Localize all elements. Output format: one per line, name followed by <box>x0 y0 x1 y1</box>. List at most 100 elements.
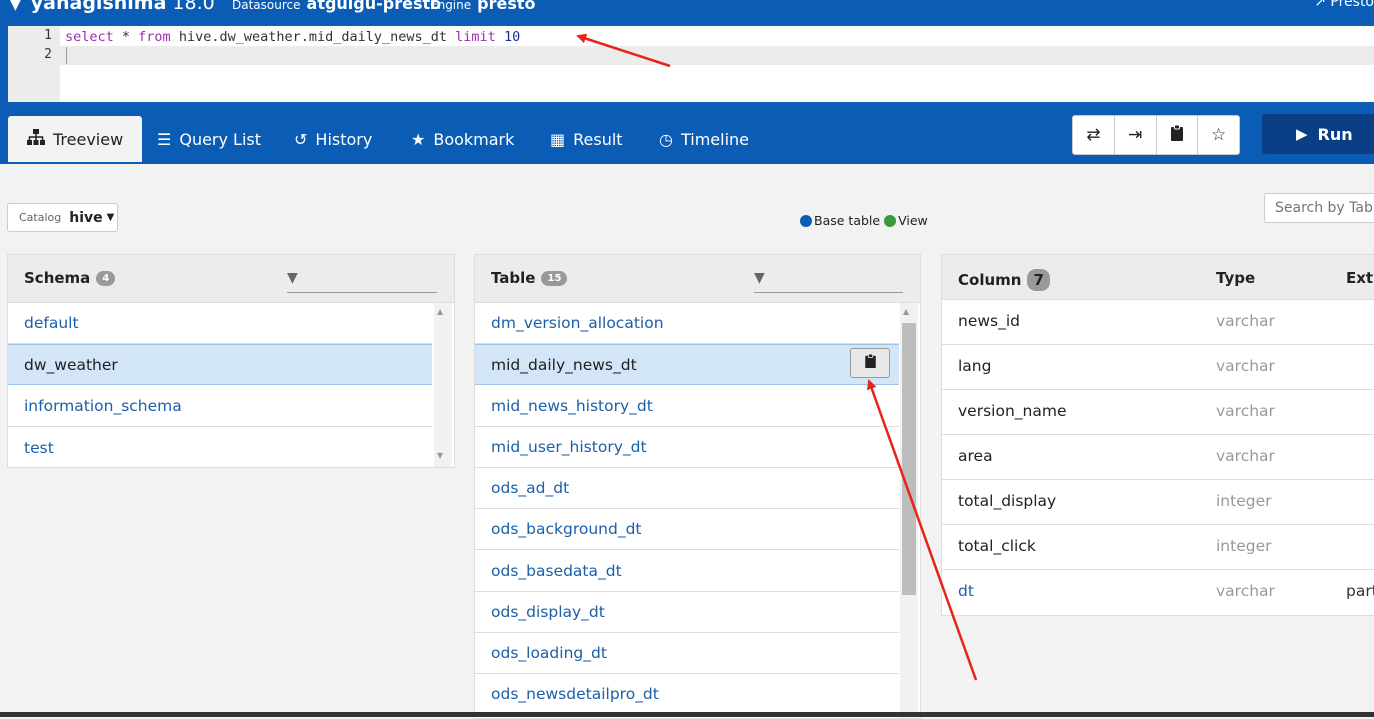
external-link-icon: ↗ <box>1314 0 1331 10</box>
datasource-info[interactable]: Datasource atguigu-presto <box>232 0 441 13</box>
schema-item-label: dw_weather <box>24 355 118 374</box>
table-item-label: ods_newsdetailpro_dt <box>491 685 659 703</box>
sql-editor[interactable]: 1 2 select * from hive.dw_weather.mid_da… <box>8 26 1374 102</box>
engine-value: presto <box>477 0 536 13</box>
query-text[interactable]: select * from hive.dw_weather.mid_daily_… <box>65 28 520 47</box>
table-item[interactable]: dm_version_allocation <box>475 303 899 344</box>
table-filter-input[interactable]: ▼ <box>754 268 903 293</box>
table-item[interactable]: mid_news_history_dt <box>475 386 899 427</box>
scroll-up-icon: ▲ <box>903 307 910 316</box>
table-panel-header: Table 15 ▼ <box>475 255 920 303</box>
table-item[interactable]: ods_display_dt <box>475 592 899 633</box>
editor-container: 1 2 select * from hive.dw_weather.mid_da… <box>0 26 1374 106</box>
tab-label: Query List <box>179 129 262 149</box>
column-type: varchar <box>1216 582 1275 600</box>
table-item[interactable]: ods_newsdetailpro_dt <box>475 674 899 715</box>
column-name: total_display <box>958 492 1057 510</box>
column-panel-header: Column 7 Type Extra <box>942 255 1374 300</box>
table-search-input[interactable] <box>1264 193 1374 223</box>
schema-scrollbar[interactable]: ▲ ▼ <box>434 303 452 467</box>
copy-table-name-button[interactable] <box>850 348 890 378</box>
indent-button[interactable]: ⇥ <box>1115 116 1157 154</box>
column-name: total_click <box>958 537 1036 555</box>
table-item-selected[interactable]: mid_daily_news_dt <box>475 344 899 385</box>
filter-icon: ▼ <box>754 270 765 286</box>
schema-item-test[interactable]: test <box>8 427 432 467</box>
clipboard-icon <box>1170 124 1183 146</box>
catalog-label: Catalog <box>19 211 62 224</box>
schema-item-information-schema[interactable]: information_schema <box>8 386 432 427</box>
column-name-partition[interactable]: dt <box>958 582 974 600</box>
column-panel: Column7 Type Extra news_idvarchar langva… <box>941 254 1374 616</box>
schema-item-label: default <box>24 314 79 332</box>
schema-item-dw-weather[interactable]: dw_weather <box>8 344 432 385</box>
engine-info[interactable]: Engine presto <box>430 0 536 13</box>
text-cursor <box>66 47 67 64</box>
tab-bookmark[interactable]: ★ Bookmark <box>411 116 514 162</box>
tab-result[interactable]: ▦ Result <box>550 116 623 162</box>
indent-icon: ⇥ <box>1128 125 1143 145</box>
legend-view: View <box>898 213 928 228</box>
copy-query-button[interactable] <box>1157 116 1199 154</box>
filter-icon: ▼ <box>287 270 298 286</box>
tab-history[interactable]: ↺ History <box>294 116 372 162</box>
clock-icon: ◷ <box>659 129 673 149</box>
bookmark-query-button[interactable]: ☆ <box>1198 116 1239 154</box>
column-type: varchar <box>1216 447 1275 465</box>
column-type: varchar <box>1216 357 1275 375</box>
column-header-name: Column 7 <box>958 269 1050 291</box>
table-item[interactable]: ods_background_dt <box>475 509 899 550</box>
tab-label: History <box>315 129 373 149</box>
column-row: news_id varchar <box>942 300 1374 345</box>
logo-icon: ▼ <box>10 0 21 13</box>
limit-value: 10 <box>495 29 521 45</box>
active-line-highlight <box>60 46 1374 65</box>
tab-treeview[interactable]: Treeview <box>8 116 143 162</box>
editor-gutter: 1 2 <box>8 26 60 102</box>
external-link[interactable]: ↗ Presto <box>1314 0 1374 10</box>
column-type: integer <box>1216 492 1272 510</box>
column-type: varchar <box>1216 402 1275 420</box>
catalog-dropdown[interactable]: Catalog hive ▼ <box>7 203 118 232</box>
scrollbar-thumb[interactable] <box>902 323 916 595</box>
table-scrollbar[interactable]: ▲ <box>900 303 918 718</box>
run-label: Run <box>1317 124 1353 144</box>
table-item[interactable]: mid_user_history_dt <box>475 427 899 468</box>
keyword-limit: limit <box>455 29 496 45</box>
schema-title: Schema 4 <box>24 269 116 287</box>
tab-label: Bookmark <box>433 129 515 149</box>
column-row: total_display integer <box>942 480 1374 525</box>
format-query-button[interactable]: ⇄ <box>1073 116 1115 154</box>
schema-item-default[interactable]: default <box>8 303 432 344</box>
column-row: version_name varchar <box>942 390 1374 435</box>
column-row: dt varchar partition key <box>942 570 1374 614</box>
exchange-icon: ⇄ <box>1086 125 1101 145</box>
tab-timeline[interactable]: ◷ Timeline <box>659 116 749 162</box>
table-item[interactable]: ods_loading_dt <box>475 633 899 674</box>
tab-label: Result <box>573 129 623 149</box>
clipboard-icon <box>864 353 876 372</box>
select-star: * <box>113 29 139 45</box>
table-item-label: mid_user_history_dt <box>491 438 647 456</box>
column-row: lang varchar <box>942 345 1374 390</box>
app-brand[interactable]: ▼ yanagishima 18.0 <box>10 0 215 14</box>
star-icon: ★ <box>411 129 426 149</box>
table-item[interactable]: ods_basedata_dt <box>475 551 899 592</box>
engine-label: Engine <box>430 0 472 12</box>
line-number: 1 <box>44 28 52 43</box>
run-button[interactable]: ▶ Run <box>1262 114 1374 154</box>
column-name: version_name <box>958 402 1067 420</box>
table-item-label: ods_display_dt <box>491 603 605 621</box>
datasource-label: Datasource <box>232 0 301 12</box>
tab-query-list[interactable]: ☰ Query List <box>157 116 261 162</box>
schema-item-label: information_schema <box>24 397 182 415</box>
star-outline-icon: ☆ <box>1211 125 1227 145</box>
column-header-type: Type <box>1216 269 1256 287</box>
schema-filter-input[interactable]: ▼ <box>287 268 437 293</box>
column-name: area <box>958 447 993 465</box>
editor-toolbar: ⇄ ⇥ ☆ <box>1072 115 1240 155</box>
datasource-value: atguigu-presto <box>306 0 442 13</box>
table-item[interactable]: ods_ad_dt <box>475 468 899 509</box>
table-count-badge: 15 <box>541 270 568 286</box>
caret-down-icon: ▼ <box>106 212 115 223</box>
